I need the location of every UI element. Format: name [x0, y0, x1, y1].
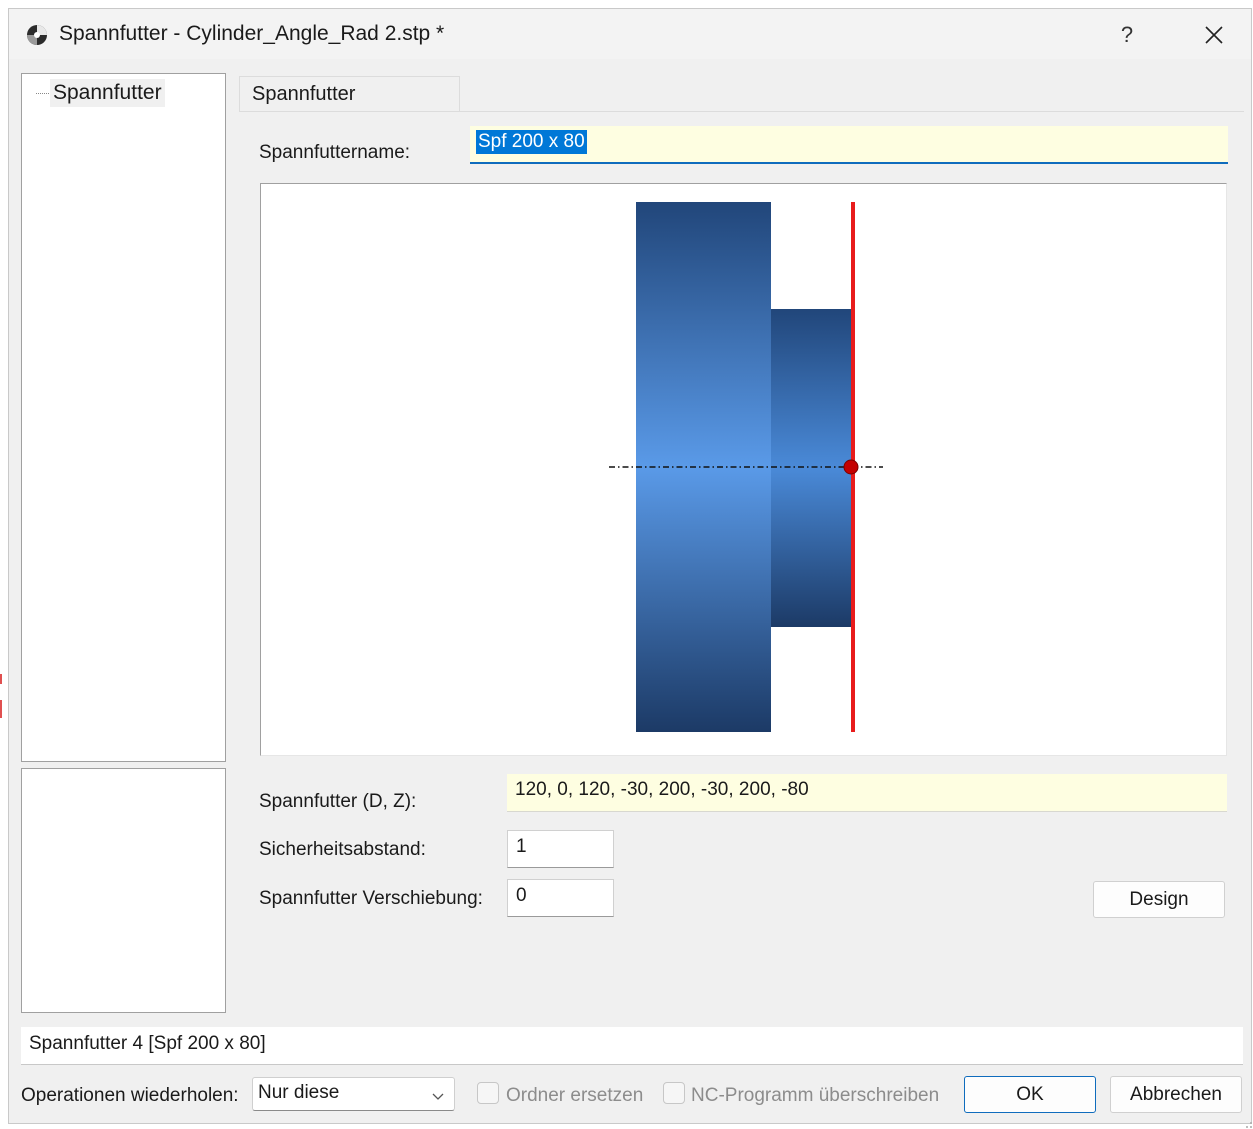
- app-logo-icon: [27, 25, 47, 45]
- window-title: Spannfutter - Cylinder_Angle_Rad 2.stp *: [59, 22, 445, 45]
- chuck-preview[interactable]: [260, 183, 1227, 756]
- replace-folder-checkbox[interactable]: [477, 1082, 499, 1104]
- overwrite-nc-checkbox[interactable]: [663, 1082, 685, 1104]
- name-field[interactable]: Spf 200 x 80: [470, 126, 1228, 164]
- chevron-down-icon: [432, 1093, 444, 1100]
- origin-marker: [843, 459, 859, 475]
- profile-field[interactable]: 120, 0, 120, -30, 200, -30, 200, -80: [507, 774, 1227, 812]
- tree-connector: [36, 93, 49, 94]
- name-value: Spf 200 x 80: [476, 130, 587, 154]
- tab-spannfutter[interactable]: Spannfutter: [239, 76, 460, 112]
- edge-marker: [0, 674, 2, 684]
- chuck-dialog: Spannfutter - Cylinder_Angle_Rad 2.stp *…: [8, 8, 1252, 1128]
- design-button[interactable]: Design: [1093, 881, 1225, 918]
- chuck-drawing: [609, 202, 883, 732]
- cancel-button[interactable]: Abbrechen: [1110, 1076, 1242, 1113]
- safety-label: Sicherheitsabstand:: [259, 839, 426, 860]
- resize-grip-icon[interactable]: [1243, 1115, 1253, 1129]
- ok-button[interactable]: OK: [964, 1076, 1096, 1113]
- tree-item-spannfutter[interactable]: Spannfutter: [50, 79, 165, 107]
- repeat-select-value: Nur diese: [258, 1082, 340, 1103]
- chuck-step: [771, 309, 853, 627]
- tree-panel: Spannfutter: [21, 73, 226, 762]
- safety-field[interactable]: 1: [507, 830, 614, 868]
- close-button[interactable]: [1189, 19, 1239, 51]
- overwrite-nc-label: NC-Programm überschreiben: [691, 1085, 940, 1106]
- repeat-select[interactable]: Nur diese: [252, 1077, 455, 1111]
- shift-field[interactable]: 0: [507, 879, 614, 917]
- tab-content: Spannfuttername: Spf 200 x 80 Spannfutte…: [239, 111, 1244, 1013]
- details-panel: [21, 768, 226, 1013]
- replace-folder-label: Ordner ersetzen: [506, 1085, 644, 1106]
- title-bar[interactable]: Spannfutter - Cylinder_Angle_Rad 2.stp *…: [9, 9, 1251, 59]
- profile-label: Spannfutter (D, Z):: [259, 791, 417, 812]
- close-icon: [1205, 26, 1223, 44]
- repeat-label: Operationen wiederholen:: [21, 1085, 239, 1106]
- shift-label: Spannfutter Verschiebung:: [259, 888, 483, 909]
- name-label: Spannfuttername:: [259, 142, 411, 163]
- help-button[interactable]: ?: [1102, 19, 1152, 51]
- status-bar: Spannfutter 4 [Spf 200 x 80]: [21, 1027, 1243, 1065]
- edge-marker: [0, 700, 2, 718]
